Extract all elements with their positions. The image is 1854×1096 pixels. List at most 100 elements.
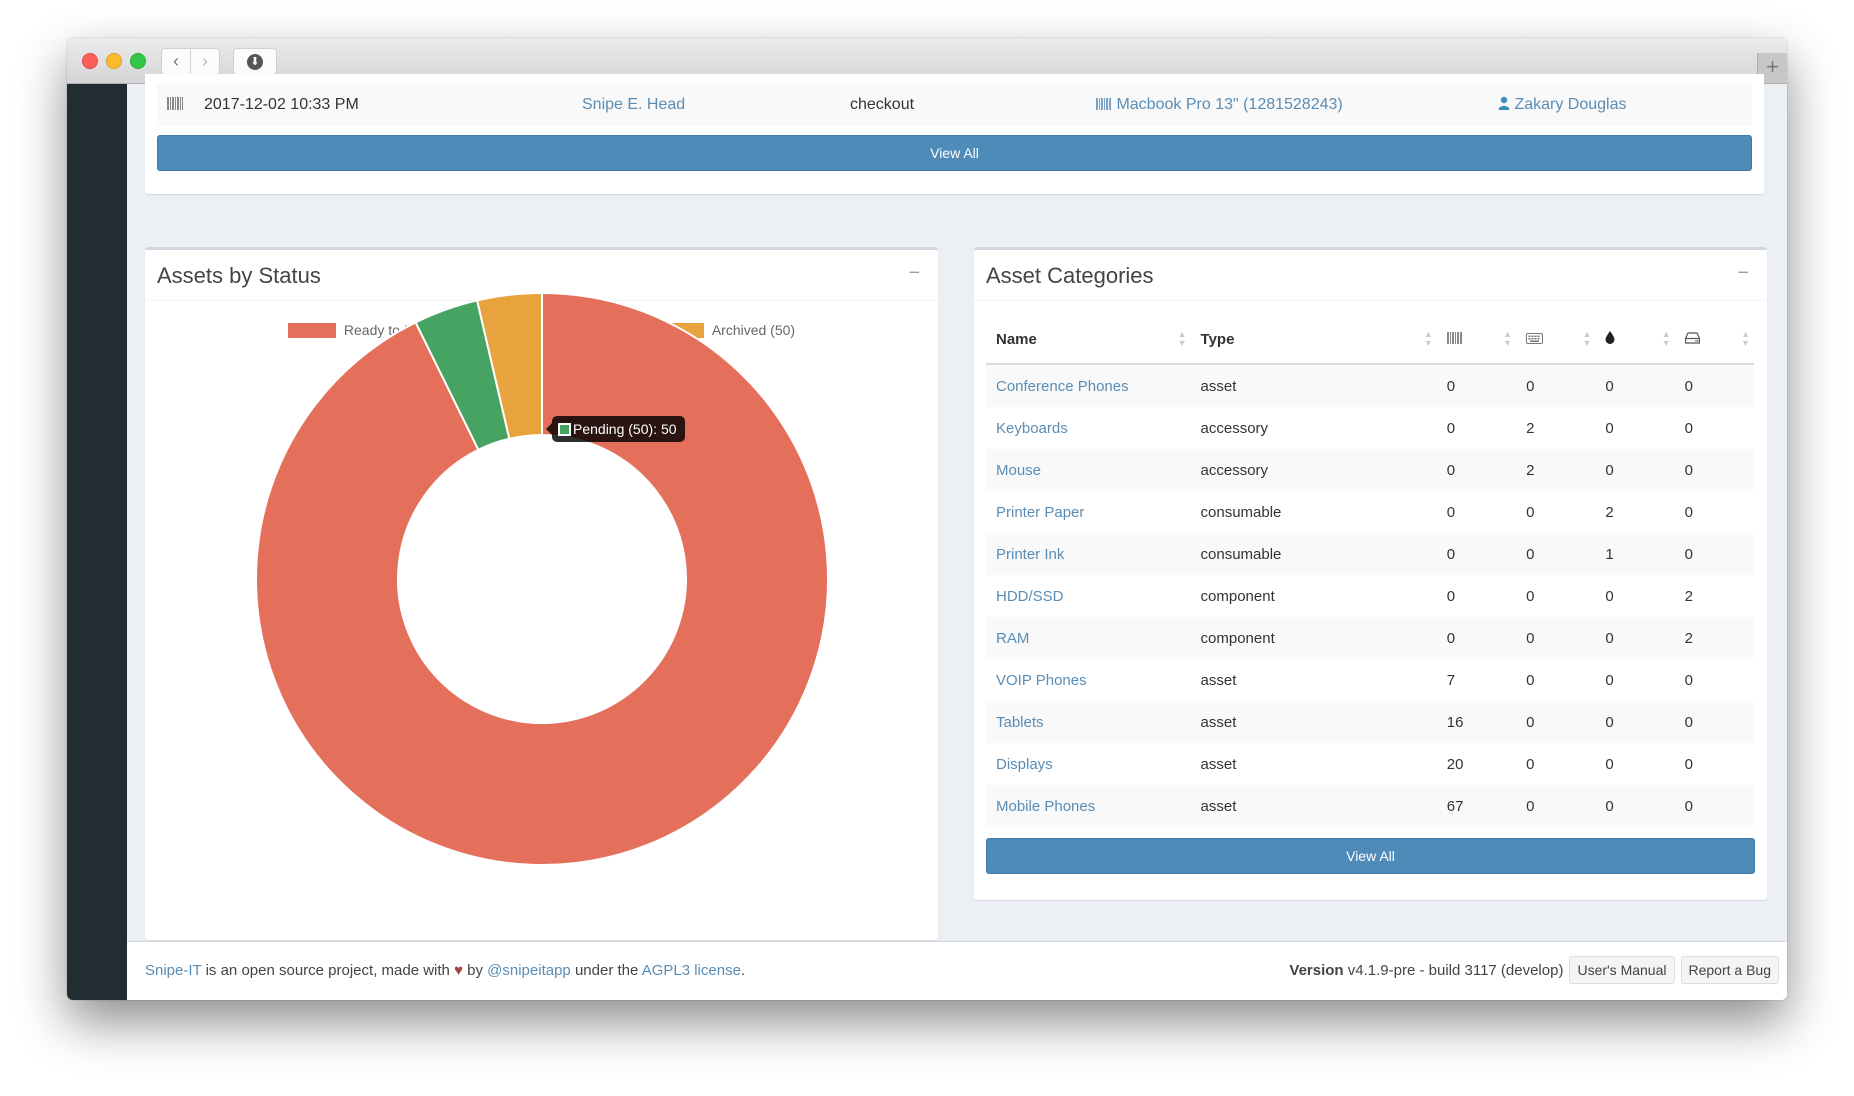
categories-view-all-button[interactable]: View All xyxy=(986,838,1755,874)
forward-button[interactable]: › xyxy=(190,48,220,75)
table-cell: 0 xyxy=(1436,533,1517,575)
footer-version: Version v4.1.9-pre - build 3117 (develop… xyxy=(1289,956,1779,984)
box-title: Asset Categories xyxy=(986,263,1154,288)
accessories-count: 0 xyxy=(1526,377,1535,395)
minimize-window-button[interactable] xyxy=(106,53,122,69)
version-text: Version v4.1.9-pre - build 3117 (develop… xyxy=(1289,962,1563,979)
accessories-count: 2 xyxy=(1526,419,1535,437)
close-window-button[interactable] xyxy=(82,53,98,69)
column-header-name[interactable]: Name ▲ ▼ xyxy=(986,315,1191,365)
back-button[interactable]: ‹ xyxy=(161,48,191,75)
table-cell: 0 xyxy=(1674,785,1754,827)
table-cell: 2 xyxy=(1674,617,1754,659)
keyboard-icon xyxy=(1526,332,1544,344)
category-type: asset xyxy=(1200,377,1237,395)
category-name-link[interactable]: Tablets xyxy=(996,714,1044,731)
column-header-type[interactable]: Type ▲ ▼ xyxy=(1190,315,1437,365)
box-header: Asset Categories − xyxy=(974,250,1767,301)
category-name-link[interactable]: Mobile Phones xyxy=(996,798,1095,815)
table-cell: component xyxy=(1191,575,1437,617)
category-type: asset xyxy=(1200,797,1237,815)
column-header-consumables[interactable]: ▲ ▼ xyxy=(1595,315,1675,365)
activity-target-link[interactable]: Zakary Douglas xyxy=(1498,96,1627,114)
category-name-link[interactable]: Mouse xyxy=(996,462,1041,479)
category-name-link[interactable]: Printer Ink xyxy=(996,546,1064,563)
category-type: asset xyxy=(1200,671,1237,689)
category-type: asset xyxy=(1200,713,1237,731)
column-header-accessories[interactable]: ▲ ▼ xyxy=(1516,315,1596,365)
consumables-count: 2 xyxy=(1605,503,1614,521)
table-header-row: Name ▲ ▼ Type ▲ ▼ ▲ ▼ ▲ ▼ ▲ ▼ ▲ ▼ xyxy=(986,315,1754,365)
table-row: RAM component 0 0 0 2 xyxy=(986,617,1754,659)
sort-icon: ▲ ▼ xyxy=(1582,329,1592,348)
accessories-count: 0 xyxy=(1526,587,1535,605)
assets-count: 0 xyxy=(1446,377,1456,395)
activity-view-all-button[interactable]: View All xyxy=(157,135,1752,171)
table-cell: 0 xyxy=(1595,407,1674,449)
table-cell: 0 xyxy=(1675,659,1754,701)
accessories-count: 0 xyxy=(1526,797,1535,815)
main-content: 2017-12-02 10:33 PM Snipe E. Head checko… xyxy=(127,74,1787,1000)
table-cell: 16 xyxy=(1436,701,1517,743)
category-name-link[interactable]: VOIP Phones xyxy=(996,672,1087,689)
activity-date: 2017-12-02 10:33 PM xyxy=(204,96,359,113)
category-name-link[interactable]: Displays xyxy=(996,756,1053,773)
table-cell: 2 xyxy=(1595,491,1674,533)
consumables-count: 0 xyxy=(1605,671,1614,689)
table-cell: 20 xyxy=(1437,743,1516,785)
consumables-count: 1 xyxy=(1605,545,1614,563)
users-manual-button[interactable]: User's Manual xyxy=(1569,956,1675,984)
snipeitapp-link[interactable]: @snipeitapp xyxy=(487,962,571,979)
downloads-button[interactable]: ⬇ xyxy=(233,48,277,75)
assets-count: 0 xyxy=(1446,503,1456,521)
table-cell: 0 xyxy=(1674,364,1754,407)
components-count: 2 xyxy=(1684,587,1693,605)
table-cell: 0 xyxy=(1516,575,1595,617)
table-cell: 0 xyxy=(1595,575,1674,617)
category-name-link[interactable]: Conference Phones xyxy=(996,378,1129,395)
sort-icon: ▲ ▼ xyxy=(1661,329,1671,348)
table-cell: 0 xyxy=(1516,785,1596,827)
version-label: Version xyxy=(1289,961,1344,979)
table-cell: accessory xyxy=(1190,449,1437,491)
table-cell: Tablets xyxy=(986,701,1191,743)
collapse-button[interactable]: − xyxy=(1737,262,1749,285)
license-link[interactable]: AGPL3 license xyxy=(642,962,741,979)
components-count: 0 xyxy=(1684,419,1693,437)
snipeit-link[interactable]: Snipe-IT xyxy=(145,962,201,979)
footer: Snipe-IT is an open source project, made… xyxy=(127,941,1787,1000)
activity-admin-link[interactable]: Snipe E. Head xyxy=(582,96,685,114)
table-cell: 0 xyxy=(1436,617,1517,659)
table-cell: asset xyxy=(1191,743,1437,785)
category-name-link[interactable]: Printer Paper xyxy=(996,504,1084,521)
components-count: 0 xyxy=(1684,377,1693,395)
column-header-components[interactable]: ▲ ▼ xyxy=(1674,315,1754,365)
consumables-count: 0 xyxy=(1605,587,1614,605)
barcode-icon xyxy=(167,97,183,115)
components-count: 0 xyxy=(1684,503,1693,521)
category-name-link[interactable]: RAM xyxy=(996,630,1029,647)
column-header-assets[interactable]: ▲ ▼ xyxy=(1436,315,1517,365)
table-cell: 0 xyxy=(1595,785,1675,827)
table-cell: 0 xyxy=(1675,407,1754,449)
activity-item-link[interactable]: Macbook Pro 13" (1281528243) xyxy=(1096,96,1343,114)
category-name-link[interactable]: Keyboards xyxy=(996,420,1068,437)
barcode-icon xyxy=(1096,98,1111,110)
table-cell: RAM xyxy=(986,617,1191,659)
chart-tooltip: Pending (50): 50 xyxy=(546,416,685,442)
table-cell: 0 xyxy=(1516,491,1595,533)
column-label: Type xyxy=(1200,330,1235,348)
table-row: Mouse accessory 0 2 0 0 xyxy=(986,449,1754,491)
activity-target-label: Zakary Douglas xyxy=(1514,96,1627,113)
components-count: 0 xyxy=(1684,797,1693,815)
accessories-count: 0 xyxy=(1526,713,1535,731)
table-cell: 0 xyxy=(1516,533,1596,575)
table-cell: 0 xyxy=(1675,491,1754,533)
report-bug-button[interactable]: Report a Bug xyxy=(1680,956,1779,984)
consumables-count: 0 xyxy=(1605,377,1614,395)
heart-icon: ♥ xyxy=(454,962,463,979)
table-row: Mobile Phones asset 67 0 0 0 xyxy=(986,785,1754,827)
zoom-window-button[interactable] xyxy=(130,53,146,69)
category-name-link[interactable]: HDD/SSD xyxy=(996,588,1064,605)
table-cell: HDD/SSD xyxy=(986,575,1191,617)
